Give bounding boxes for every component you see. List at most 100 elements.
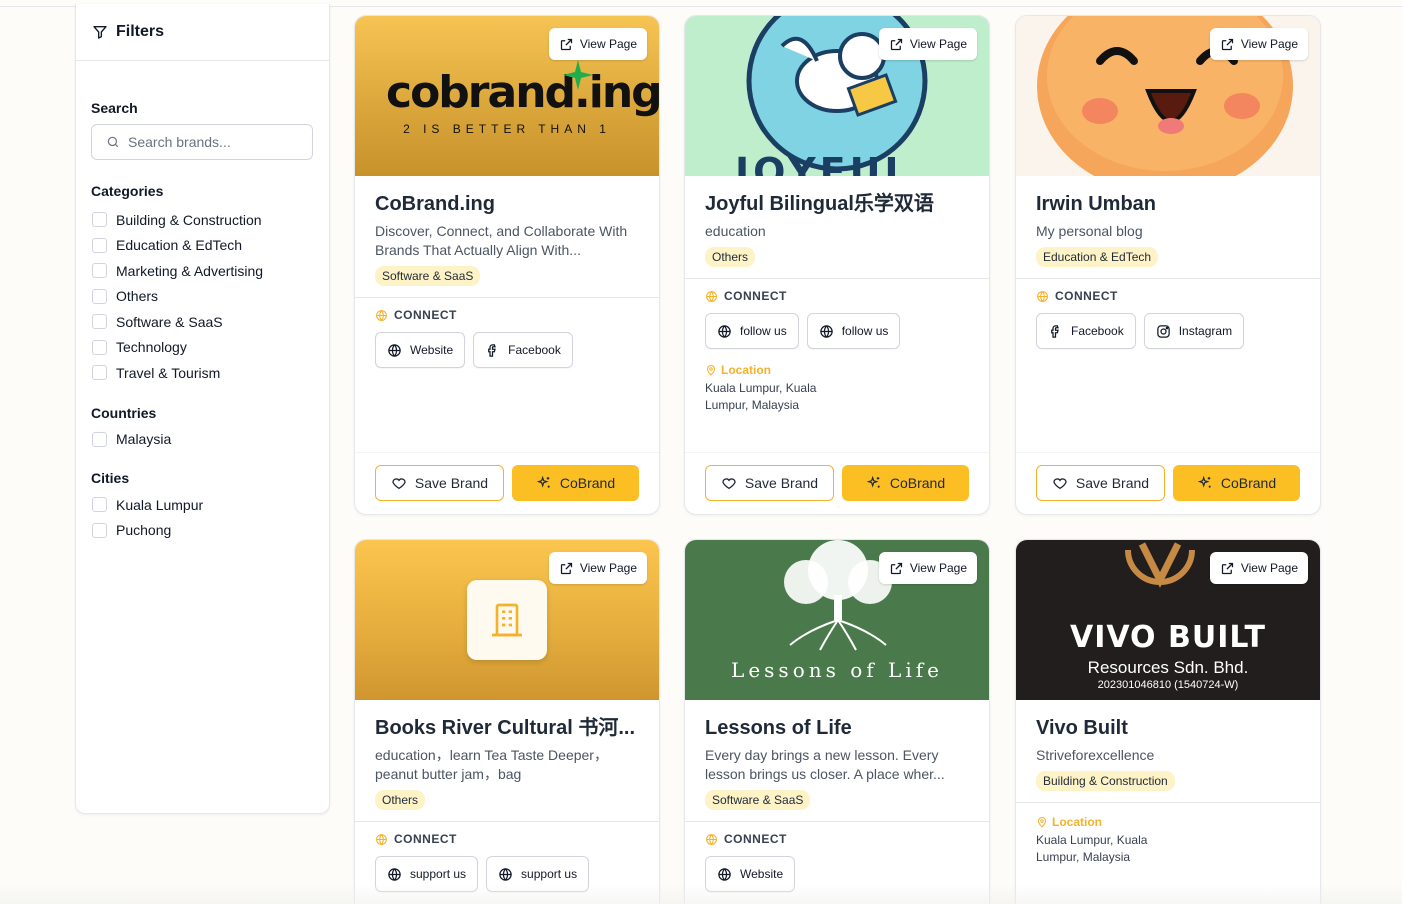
- category-tag: Software & SaaS: [705, 790, 811, 810]
- globe-icon: [375, 833, 388, 846]
- brand-title[interactable]: Lessons of Life: [705, 716, 969, 740]
- city-checkbox[interactable]: [92, 497, 107, 513]
- category-marketing-advertising[interactable]: Marketing & Advertising: [92, 258, 329, 284]
- cover-logo-text: Lessons of Life: [731, 658, 943, 682]
- brand-card: VIVO BUILT Resources Sdn. Bhd. 202301046…: [1015, 539, 1321, 904]
- brand-description: education: [705, 223, 766, 239]
- category-tag: Others: [705, 247, 756, 267]
- globe-icon: [1036, 290, 1049, 303]
- category-checkbox[interactable]: [92, 339, 107, 355]
- cover-logo-text: VIVO BUILT: [1069, 620, 1267, 655]
- cobrand-button[interactable]: CoBrand: [842, 465, 969, 501]
- globe-icon: [717, 867, 732, 882]
- save-brand-button[interactable]: Save Brand: [1036, 465, 1165, 501]
- globe-icon: [705, 290, 718, 303]
- map-pin-icon: [705, 364, 717, 376]
- social-link-button[interactable]: Facebook: [473, 332, 573, 368]
- city-kuala-lumpur[interactable]: Kuala Lumpur: [92, 492, 329, 518]
- category-others[interactable]: Others: [92, 284, 329, 310]
- countries-list: Malaysia: [76, 427, 329, 453]
- category-building-construction[interactable]: Building & Construction: [92, 207, 329, 233]
- category-checkbox[interactable]: [92, 263, 107, 279]
- category-technology[interactable]: Technology: [92, 335, 329, 361]
- category-education-edtech[interactable]: Education & EdTech: [92, 233, 329, 259]
- brand-description: education，learn Tea Taste Deeper，peanut …: [375, 747, 608, 782]
- brand-cover-image: Lessons of Life View Page: [685, 540, 989, 700]
- view-page-button[interactable]: View Page: [548, 28, 647, 60]
- brand-title[interactable]: Irwin Umban: [1036, 192, 1300, 216]
- brand-title[interactable]: CoBrand.ing: [375, 192, 639, 216]
- brand-card: cobrand.ing 2 IS BETTER THAN 1 View Page…: [354, 15, 660, 515]
- cities-title: Cities: [91, 470, 130, 486]
- social-link-button[interactable]: Website: [705, 856, 796, 892]
- brand-card: View Page Irwin Umban My personal blog E…: [1015, 15, 1321, 515]
- external-link-icon: [559, 561, 574, 576]
- city-checkbox[interactable]: [92, 522, 107, 538]
- save-brand-button[interactable]: Save Brand: [375, 465, 504, 501]
- heart-icon: [391, 475, 407, 491]
- category-travel-tourism[interactable]: Travel & Tourism: [92, 360, 329, 386]
- sparkles-icon: [866, 475, 882, 491]
- view-page-button[interactable]: View Page: [878, 552, 977, 584]
- country-malaysia[interactable]: Malaysia: [92, 427, 329, 453]
- brand-description: Striveforexcellence: [1036, 747, 1155, 763]
- social-link-button[interactable]: support us: [486, 856, 590, 892]
- city-puchong[interactable]: Puchong: [92, 518, 329, 544]
- cover-tagline: 2 IS BETTER THAN 1: [403, 122, 611, 136]
- social-link-button[interactable]: support us: [375, 856, 479, 892]
- search-box[interactable]: [91, 124, 313, 160]
- category-checkbox[interactable]: [92, 237, 107, 253]
- location-text: Kuala Lumpur, Kuala Lumpur, Malaysia: [1036, 833, 1148, 864]
- facebook-icon: [485, 343, 500, 358]
- brand-title[interactable]: Vivo Built: [1036, 716, 1300, 740]
- category-checkbox[interactable]: [92, 365, 107, 381]
- social-link-button[interactable]: follow us: [705, 313, 799, 349]
- social-link-button[interactable]: Website: [375, 332, 466, 368]
- globe-icon: [387, 343, 402, 358]
- view-page-button[interactable]: View Page: [1209, 552, 1308, 584]
- instagram-icon: [1156, 324, 1171, 339]
- search-label: Search: [91, 100, 138, 116]
- sparkle-icon: [563, 60, 593, 90]
- sparkles-icon: [1197, 475, 1213, 491]
- filters-sidebar: Filters Search Categories Building & Con…: [75, 4, 330, 814]
- connect-label: CONNECT: [1036, 289, 1300, 303]
- category-checkbox[interactable]: [92, 314, 107, 330]
- save-brand-button[interactable]: Save Brand: [705, 465, 834, 501]
- social-link-button[interactable]: follow us: [806, 313, 901, 349]
- globe-icon: [498, 867, 513, 882]
- view-page-button[interactable]: View Page: [1209, 28, 1308, 60]
- view-page-button[interactable]: View Page: [548, 552, 647, 584]
- brand-card: Lessons of Life View Page Lessons of Lif…: [684, 539, 990, 904]
- brand-title[interactable]: Books River Cultural 书河...: [375, 716, 639, 740]
- category-tag: Building & Construction: [1036, 771, 1175, 791]
- map-pin-icon: [1036, 816, 1048, 828]
- cover-logo-text: JOYFUL: [735, 150, 913, 176]
- category-checkbox[interactable]: [92, 288, 107, 304]
- building-icon: [487, 600, 527, 640]
- globe-icon: [387, 867, 402, 882]
- connect-label: CONNECT: [375, 308, 639, 322]
- brand-title[interactable]: Joyful Bilingual乐学双语: [705, 192, 969, 216]
- connect-label: CONNECT: [375, 832, 639, 846]
- cover-logo-text: cobrand.ing: [386, 67, 659, 118]
- globe-icon: [819, 324, 834, 339]
- country-checkbox[interactable]: [92, 431, 107, 447]
- view-page-button[interactable]: View Page: [878, 28, 977, 60]
- cobrand-button[interactable]: CoBrand: [1173, 465, 1300, 501]
- cobrand-button[interactable]: CoBrand: [512, 465, 639, 501]
- brand-cover-image: cobrand.ing 2 IS BETTER THAN 1 View Page: [355, 16, 659, 176]
- vivo-logo-icon: [1125, 542, 1195, 588]
- brand-card: View Page Books River Cultural 书河... edu…: [354, 539, 660, 904]
- social-link-button[interactable]: Instagram: [1143, 313, 1245, 349]
- brand-description: Every day brings a new lesson. Every les…: [705, 747, 945, 782]
- search-input[interactable]: [128, 134, 298, 150]
- category-software-saas[interactable]: Software & SaaS: [92, 309, 329, 335]
- cities-list: Kuala Lumpur Puchong: [76, 492, 329, 543]
- connect-label: CONNECT: [705, 289, 969, 303]
- connect-label: CONNECT: [705, 832, 969, 846]
- brand-description: Discover, Connect, and Collaborate With …: [375, 223, 628, 258]
- category-checkbox[interactable]: [92, 212, 107, 228]
- social-link-button[interactable]: Facebook: [1036, 313, 1136, 349]
- brand-card: JOYFUL View Page Joyful Bilingual乐学双语 ed…: [684, 15, 990, 515]
